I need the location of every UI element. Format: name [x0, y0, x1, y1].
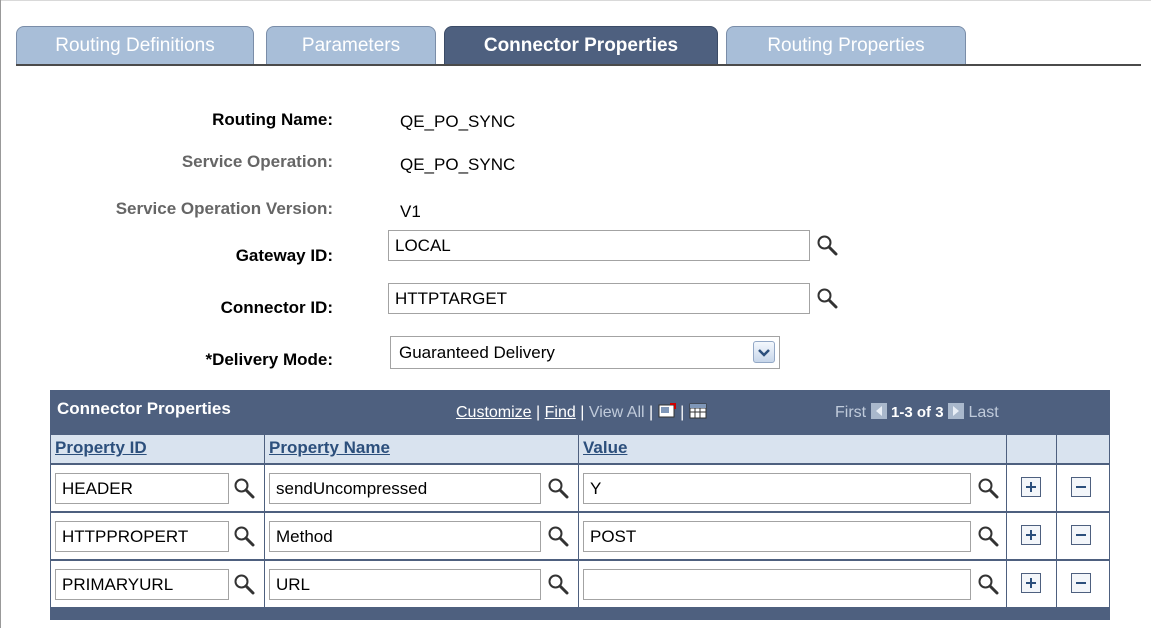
plus-icon[interactable] — [1021, 573, 1041, 593]
customize-link[interactable]: Customize — [456, 404, 532, 421]
routing-name-value: QE_PO_SYNC — [400, 112, 516, 131]
gateway-lookup-icon[interactable] — [816, 234, 838, 256]
property-name-lookup-icon[interactable] — [547, 525, 569, 547]
column-header-delete — [1057, 435, 1109, 463]
property-name-cell: Method — [265, 513, 579, 559]
view-all-link: View All — [588, 404, 645, 421]
page-left-border — [0, 0, 1, 628]
separator: | — [649, 404, 658, 421]
value-cell — [579, 561, 1007, 607]
chevron-down-icon[interactable] — [753, 341, 775, 363]
delivery-mode-label: *Delivery Mode: — [205, 350, 333, 369]
add-cell — [1007, 561, 1057, 607]
service-operation-version-value: V1 — [400, 202, 421, 221]
next-arrow-icon — [947, 403, 964, 419]
property-name-input[interactable]: sendUncompressed — [269, 473, 541, 504]
value-input[interactable]: Y — [583, 473, 971, 504]
property-name-cell: URL — [265, 561, 579, 607]
property-name-lookup-icon[interactable] — [547, 477, 569, 499]
value-lookup-icon[interactable] — [977, 573, 999, 595]
property-id-input[interactable]: HEADER — [55, 473, 229, 504]
grid-header: Connector Properties Customize | Find | … — [51, 391, 1109, 433]
property-id-lookup-icon[interactable] — [233, 573, 255, 595]
column-header-add — [1007, 435, 1057, 463]
delivery-mode-value: Guaranteed Delivery — [399, 343, 555, 362]
tab-routing-properties[interactable]: Routing Properties — [726, 26, 966, 64]
connector-id-label: Connector ID: — [220, 298, 333, 317]
property-id-lookup-icon[interactable] — [233, 525, 255, 547]
service-operation-version-label: Service Operation Version: — [115, 199, 333, 218]
column-header-value[interactable]: Value — [579, 435, 1007, 463]
last-link: Last — [968, 404, 999, 421]
value-lookup-icon[interactable] — [977, 477, 999, 499]
grid-title: Connector Properties — [57, 399, 231, 418]
separator: | — [536, 404, 545, 421]
plus-icon[interactable] — [1021, 477, 1041, 497]
page-top-border — [0, 0, 1151, 1]
value-cell: Y — [579, 465, 1007, 511]
delivery-mode-select[interactable]: Guaranteed Delivery — [390, 336, 780, 369]
column-header-property-name[interactable]: Property Name — [265, 435, 579, 463]
value-lookup-icon[interactable] — [977, 525, 999, 547]
tab-bar: Routing Definitions Parameters Connector… — [16, 26, 1141, 66]
separator: | — [580, 404, 589, 421]
gateway-id-label: Gateway ID: — [235, 246, 333, 265]
tab-routing-definitions[interactable]: Routing Definitions — [16, 26, 254, 64]
service-operation-value: QE_PO_SYNC — [400, 155, 516, 174]
property-name-input[interactable]: Method — [269, 521, 541, 552]
find-link[interactable]: Find — [545, 404, 576, 421]
connector-id-input[interactable]: HTTPTARGET — [388, 283, 810, 314]
delete-cell — [1057, 465, 1109, 511]
grid-links: Customize | Find | View All | | — [456, 403, 707, 422]
property-id-cell: HEADER — [51, 465, 265, 511]
tab-connector-properties[interactable]: Connector Properties — [444, 26, 718, 64]
add-cell — [1007, 465, 1057, 511]
minus-icon[interactable] — [1071, 525, 1091, 545]
plus-icon[interactable] — [1021, 525, 1041, 545]
minus-icon[interactable] — [1071, 573, 1091, 593]
column-header-property-id[interactable]: Property ID — [51, 435, 265, 463]
delete-cell — [1057, 561, 1109, 607]
connector-lookup-icon[interactable] — [816, 287, 838, 309]
property-name-input[interactable]: URL — [269, 569, 541, 600]
routing-name-label: Routing Name: — [212, 110, 333, 129]
previous-arrow-icon — [870, 403, 887, 419]
first-link: First — [835, 404, 867, 421]
tab-parameters[interactable]: Parameters — [266, 26, 436, 64]
service-operation-label: Service Operation: — [181, 152, 333, 171]
value-input[interactable] — [583, 569, 971, 600]
property-id-cell: PRIMARYURL — [51, 561, 265, 607]
grid-navigation: First 1-3 of 3 Last — [835, 403, 999, 422]
download-spreadsheet-icon[interactable] — [689, 403, 707, 419]
value-input[interactable]: POST — [583, 521, 971, 552]
property-id-cell: HTTPPROPERT — [51, 513, 265, 559]
connector-properties-grid: Connector Properties Customize | Find | … — [50, 390, 1110, 620]
gateway-id-input[interactable]: LOCAL — [388, 230, 810, 261]
property-name-cell: sendUncompressed — [265, 465, 579, 511]
zoom-grid-icon[interactable] — [658, 403, 676, 419]
row-count: 1-3 of 3 — [891, 404, 944, 421]
tab-underline — [16, 64, 1141, 66]
minus-icon[interactable] — [1071, 477, 1091, 497]
property-name-lookup-icon[interactable] — [547, 573, 569, 595]
delete-cell — [1057, 513, 1109, 559]
add-cell — [1007, 513, 1057, 559]
separator: | — [680, 404, 689, 421]
property-id-input[interactable]: PRIMARYURL — [55, 569, 229, 600]
value-cell: POST — [579, 513, 1007, 559]
property-id-lookup-icon[interactable] — [233, 477, 255, 499]
property-id-input[interactable]: HTTPPROPERT — [55, 521, 229, 552]
